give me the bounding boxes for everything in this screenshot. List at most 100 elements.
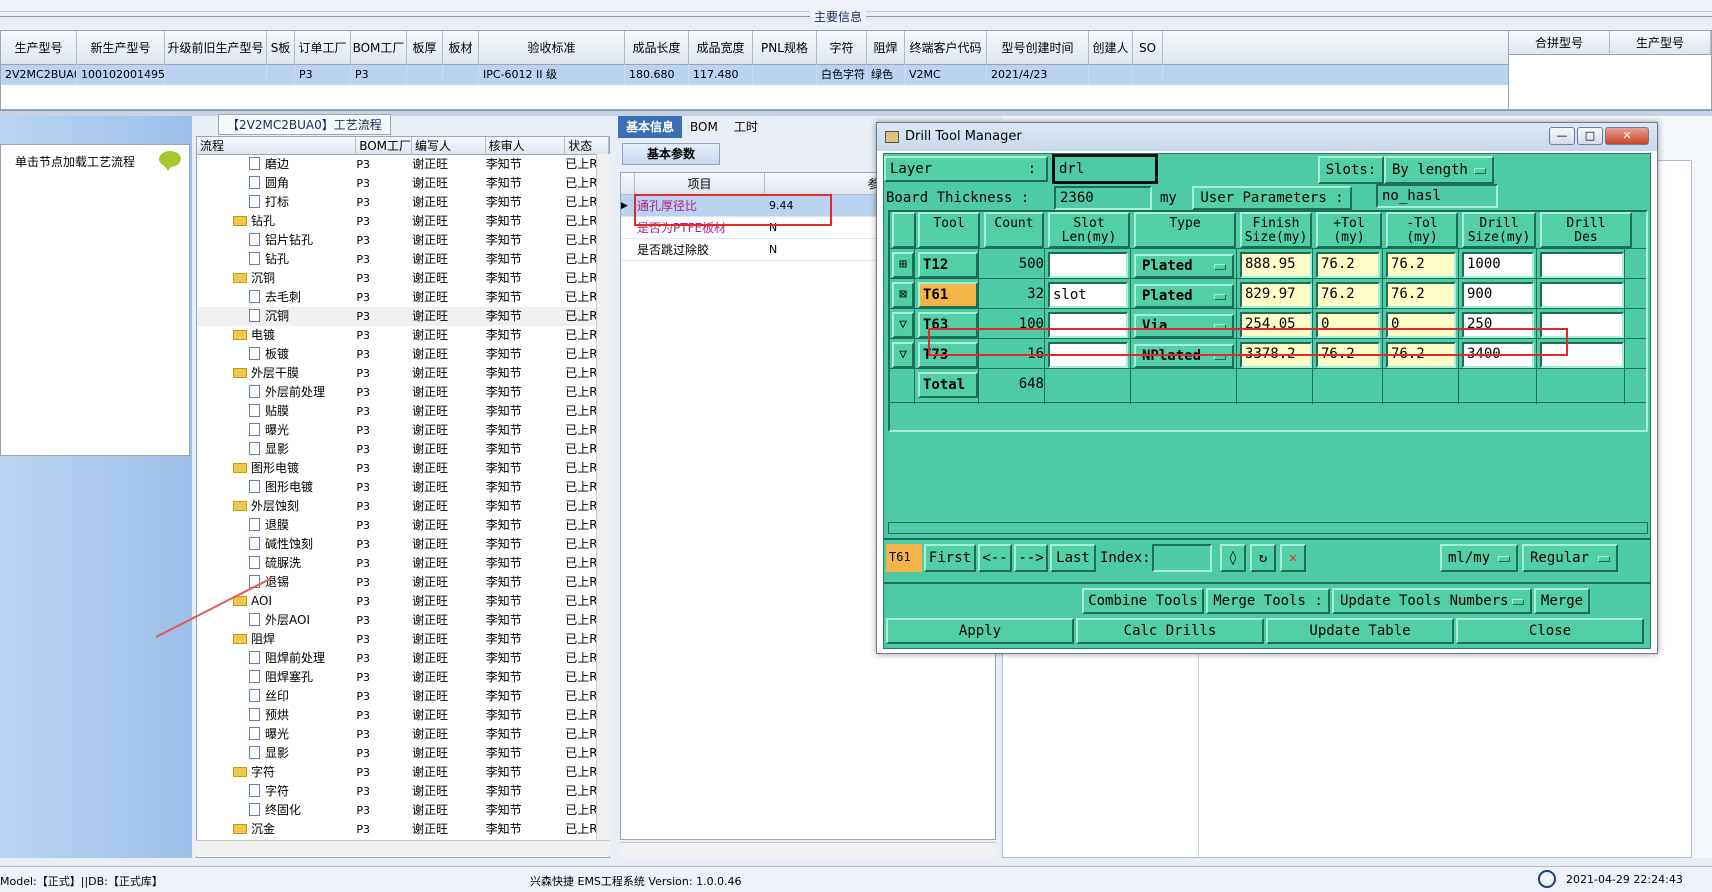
tree-node[interactable]: 沉金 — [197, 820, 356, 839]
tree-node[interactable]: 图形电镀 — [197, 459, 356, 478]
tree-row[interactable]: 外层前处理 P3 谢正旺 李知节 已上R — [197, 383, 609, 402]
main-col-header[interactable]: 升级前旧生产型号 — [165, 31, 267, 65]
main-col-header[interactable]: 板厚 — [407, 31, 443, 65]
main-col-header[interactable]: 阻焊 — [867, 31, 905, 65]
layer-input[interactable]: drl — [1052, 154, 1158, 184]
prev-button[interactable]: <-- — [978, 544, 1012, 572]
tools-col-header[interactable]: Type — [1134, 212, 1236, 248]
tools-col-header[interactable]: -Tol (my) — [1386, 212, 1458, 248]
minus-tol-input[interactable]: 76.2 — [1386, 252, 1456, 278]
tree-node[interactable]: 贴膜 — [197, 402, 356, 421]
minus-tol-input[interactable]: 76.2 — [1386, 282, 1456, 308]
tool-name[interactable]: T12 — [918, 252, 978, 278]
dtm-titlebar[interactable]: Drill Tool Manager — □ ✕ — [877, 123, 1657, 151]
main-col-header[interactable]: 成品宽度 — [689, 31, 753, 65]
drill-des-input[interactable] — [1540, 282, 1624, 308]
user-params-input[interactable]: no_hasl — [1376, 184, 1498, 208]
tree-node[interactable]: 字符 — [197, 782, 356, 801]
tree-row[interactable]: 圆角 P3 谢正旺 李知节 已上R — [197, 174, 609, 193]
tree-node[interactable]: 字符 — [197, 763, 356, 782]
main-col-header[interactable]: 订单工厂 — [295, 31, 351, 65]
tree-node[interactable]: 预烘 — [197, 706, 356, 725]
tree-node[interactable]: 圆角 — [197, 174, 356, 193]
maximize-button[interactable]: □ — [1577, 127, 1603, 145]
main-col-header[interactable]: 创建人 — [1089, 31, 1133, 65]
minimize-button[interactable]: — — [1549, 127, 1575, 145]
slot-len-input[interactable]: slot — [1048, 282, 1128, 308]
tree-col-header[interactable]: 状态 — [565, 137, 609, 155]
main-col-header[interactable]: 成品长度 — [625, 31, 689, 65]
tree-node[interactable]: 钻孔 — [197, 250, 356, 269]
tree-row[interactable]: 图形电镀 P3 谢正旺 李知节 已上R — [197, 478, 609, 497]
tool-symbol-icon[interactable]: ▽ — [892, 312, 914, 338]
tree-row[interactable]: 外层干膜 P3 谢正旺 李知节 已上R — [197, 364, 609, 383]
tree-row[interactable]: 沉铜 P3 谢正旺 李知节 已上R — [197, 269, 609, 288]
tree-node[interactable]: 显影 — [197, 440, 356, 459]
tree-row[interactable]: 显影 P3 谢正旺 李知节 已上R — [197, 744, 609, 763]
last-button[interactable]: Last — [1050, 544, 1096, 572]
main-col-header[interactable]: 型号创建时间 — [987, 31, 1089, 65]
tree-node[interactable]: 外层前处理 — [197, 383, 356, 402]
merge-col-header[interactable]: 生产型号 — [1610, 31, 1711, 54]
tree-row[interactable]: 外层AOI P3 谢正旺 李知节 已上R — [197, 611, 609, 630]
plus-tol-input[interactable]: 76.2 — [1316, 252, 1380, 278]
tree-row[interactable]: 图形电镀 P3 谢正旺 李知节 已上R — [197, 459, 609, 478]
drill-des-input[interactable] — [1540, 252, 1624, 278]
tree-vertical-scrollbar[interactable] — [596, 154, 610, 840]
params-horizontal-scrollbar[interactable] — [620, 842, 996, 858]
tools-col-header[interactable]: Finish Size(my) — [1240, 212, 1312, 248]
tool-symbol-icon[interactable]: ▽ — [892, 342, 914, 368]
tree-node[interactable]: 退锡 — [197, 573, 356, 592]
tree-row[interactable]: AOI P3 谢正旺 李知节 已上R — [197, 592, 609, 611]
main-col-header[interactable]: SO — [1133, 31, 1163, 65]
tree-row[interactable]: 阻焊 P3 谢正旺 李知节 已上R — [197, 630, 609, 649]
tree-node[interactable]: 退膜 — [197, 516, 356, 535]
main-col-header[interactable]: 字符 — [817, 31, 867, 65]
mode-select[interactable]: Regular — [1522, 544, 1618, 572]
tools-col-header[interactable]: Drill Des — [1540, 212, 1632, 248]
tools-col-header[interactable]: Drill Size(my) — [1462, 212, 1536, 248]
drill-size-input[interactable]: 900 — [1462, 282, 1534, 308]
tree-row[interactable]: 曝光 P3 谢正旺 李知节 已上R — [197, 725, 609, 744]
tree-row[interactable]: 钻孔 P3 谢正旺 李知节 已上R — [197, 250, 609, 269]
type-select[interactable]: Plated — [1134, 254, 1234, 278]
tree-row[interactable]: 钻孔 P3 谢正旺 李知节 已上R — [197, 212, 609, 231]
combine-tools-button[interactable]: Combine Tools — [1082, 588, 1204, 614]
main-col-header[interactable]: 板材 — [443, 31, 479, 65]
merge-button[interactable]: Merge — [1534, 588, 1590, 614]
close-window-button[interactable]: ✕ — [1605, 127, 1649, 145]
index-input[interactable] — [1152, 544, 1212, 572]
tree-row[interactable]: 打标 P3 谢正旺 李知节 已上R — [197, 193, 609, 212]
tab-basic-info[interactable]: 基本信息 — [618, 116, 683, 138]
tree-row[interactable]: 沉金 P3 谢正旺 李知节 已上R — [197, 820, 609, 839]
main-col-header[interactable]: 终端客户代码 — [905, 31, 987, 65]
tree-node[interactable]: 钻孔 — [197, 212, 356, 231]
tree-node[interactable]: 板镀 — [197, 345, 356, 364]
tab-bom[interactable]: BOM — [682, 116, 726, 138]
tree-row[interactable]: 退膜 P3 谢正旺 李知节 已上R — [197, 516, 609, 535]
tree-node[interactable]: 铝片钻孔 — [197, 231, 356, 250]
tree-row[interactable]: 板镀 P3 谢正旺 李知节 已上R — [197, 345, 609, 364]
tools-col-header[interactable]: +Tol (my) — [1316, 212, 1382, 248]
process-tab[interactable]: 【2V2MC2BUA0】工艺流程 — [218, 114, 391, 135]
tree-row[interactable]: 字符 P3 谢正旺 李知节 已上R — [197, 763, 609, 782]
tree-row[interactable]: 阻焊塞孔 P3 谢正旺 李知节 已上R — [197, 668, 609, 687]
tree-row[interactable]: 去毛刺 P3 谢正旺 李知节 已上R — [197, 288, 609, 307]
tools-horizontal-scrollbar[interactable] — [888, 522, 1648, 534]
tree-node[interactable]: 磨边 — [197, 155, 356, 174]
thickness-input[interactable]: 2360 — [1054, 186, 1152, 210]
lamp-icon[interactable]: ◊ — [1220, 544, 1246, 572]
tree-node[interactable]: 阻焊前处理 — [197, 649, 356, 668]
tree-node[interactable]: 电镀 — [197, 326, 356, 345]
tree-node[interactable]: 沉铜 — [197, 307, 356, 326]
tree-node[interactable]: 曝光 — [197, 421, 356, 440]
tree-row[interactable]: 预烘 P3 谢正旺 李知节 已上R — [197, 706, 609, 725]
finish-size-input[interactable]: 829.97 — [1240, 282, 1312, 308]
plus-tol-input[interactable]: 76.2 — [1316, 282, 1380, 308]
tree-node[interactable]: 硫脲洗 — [197, 554, 356, 573]
main-col-header[interactable]: PNL规格 — [753, 31, 817, 65]
tree-row[interactable]: 贴膜 P3 谢正旺 李知节 已上R — [197, 402, 609, 421]
tree-row[interactable]: 碱性蚀刻 P3 谢正旺 李知节 已上R — [197, 535, 609, 554]
tree-row[interactable]: 曝光 P3 谢正旺 李知节 已上R — [197, 421, 609, 440]
params-col-header[interactable]: 项目 — [635, 173, 765, 194]
